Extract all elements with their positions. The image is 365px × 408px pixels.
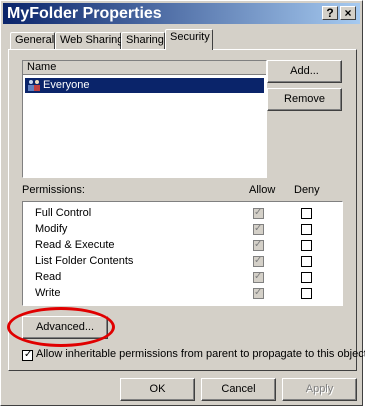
deny-checkbox[interactable] bbox=[301, 256, 312, 267]
inherit-checkbox[interactable]: ✓ bbox=[22, 349, 33, 361]
ok-button[interactable]: OK bbox=[120, 378, 195, 401]
title-bar[interactable]: MyFolder Properties ? × bbox=[3, 3, 360, 24]
check-icon: ✓ bbox=[254, 271, 263, 282]
allow-checkbox: ✓ bbox=[253, 271, 264, 283]
inherit-label: Allow inheritable permissions from paren… bbox=[36, 348, 365, 360]
allow-checkbox: ✓ bbox=[253, 223, 264, 235]
list-item[interactable]: Everyone bbox=[25, 78, 264, 93]
tab-web-sharing[interactable]: Web Sharing bbox=[55, 32, 123, 49]
advanced-button[interactable]: Advanced... bbox=[22, 316, 108, 339]
permission-label: Read bbox=[35, 271, 62, 283]
close-button[interactable]: × bbox=[340, 6, 356, 20]
deny-checkbox[interactable] bbox=[301, 208, 312, 219]
check-icon: ✓ bbox=[254, 207, 263, 218]
permission-label: Write bbox=[35, 287, 61, 299]
deny-checkbox[interactable] bbox=[301, 240, 312, 251]
check-icon: ✓ bbox=[254, 287, 263, 298]
tab-sharing[interactable]: Sharing bbox=[121, 32, 165, 49]
check-icon: ✓ bbox=[254, 223, 263, 234]
check-icon: ✓ bbox=[254, 255, 263, 266]
permission-label: Modify bbox=[35, 223, 68, 235]
window-title: MyFolder Properties bbox=[7, 5, 162, 22]
properties-window: MyFolder Properties ? × General Web Shar… bbox=[0, 0, 365, 406]
permission-label: Read & Execute bbox=[35, 239, 115, 251]
names-list[interactable]: Name Everyone bbox=[22, 60, 267, 178]
tab-general[interactable]: General bbox=[10, 32, 55, 49]
cancel-button[interactable]: Cancel bbox=[201, 378, 276, 401]
allow-checkbox: ✓ bbox=[253, 239, 264, 251]
apply-button[interactable]: Apply bbox=[282, 378, 357, 401]
users-group-icon bbox=[27, 79, 41, 91]
help-button[interactable]: ? bbox=[322, 6, 338, 20]
permissions-list: Full Control ✓ Modify ✓ Read & Execute ✓… bbox=[22, 201, 343, 306]
deny-checkbox[interactable] bbox=[301, 224, 312, 235]
permission-label: Full Control bbox=[35, 207, 92, 219]
deny-column-header: Deny bbox=[294, 184, 320, 196]
list-item-label: Everyone bbox=[43, 79, 90, 91]
names-list-header[interactable]: Name bbox=[23, 61, 266, 75]
add-button[interactable]: Add... bbox=[267, 60, 342, 83]
tab-security[interactable]: Security bbox=[165, 29, 213, 50]
deny-checkbox[interactable] bbox=[301, 272, 312, 283]
permission-label: List Folder Contents bbox=[35, 255, 134, 267]
allow-column-header: Allow bbox=[249, 184, 276, 196]
allow-checkbox: ✓ bbox=[253, 207, 264, 219]
allow-checkbox: ✓ bbox=[253, 255, 264, 267]
security-panel: Name Everyone Add... Remove Permissions:… bbox=[7, 49, 365, 371]
allow-checkbox: ✓ bbox=[253, 287, 264, 299]
remove-button[interactable]: Remove bbox=[267, 88, 342, 111]
deny-checkbox[interactable] bbox=[301, 288, 312, 299]
permissions-label: Permissions: bbox=[22, 184, 85, 196]
check-icon: ✓ bbox=[254, 239, 263, 250]
check-icon: ✓ bbox=[24, 349, 33, 360]
